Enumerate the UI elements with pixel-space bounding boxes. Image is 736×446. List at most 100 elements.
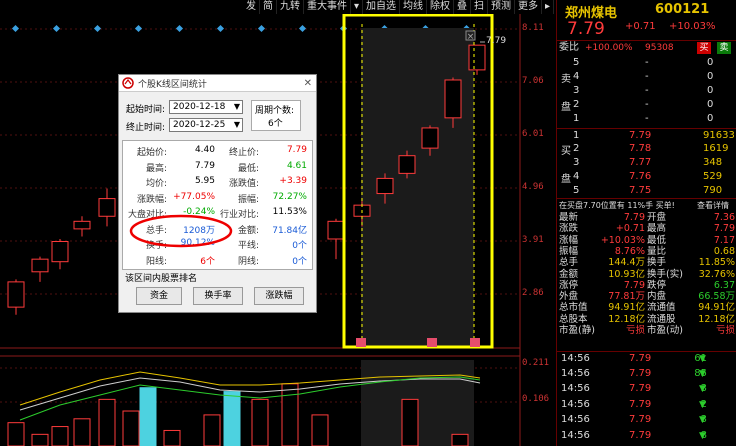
bid-row[interactable]: 4 7.76 529 [557, 170, 736, 184]
event-marker-icon[interactable] [216, 24, 225, 33]
volume-bar[interactable] [98, 398, 116, 446]
toolbar-item-5[interactable]: 加自选 [363, 0, 401, 14]
stat-value: 4.61 [286, 160, 307, 171]
quote-value: 0.68 [713, 245, 735, 257]
toolbar-item-4[interactable]: ▾ [351, 0, 364, 14]
volume-bar[interactable] [163, 429, 181, 446]
stat-value: +77.05% [173, 191, 215, 202]
volume-bar[interactable] [73, 418, 91, 446]
candle-body[interactable] [376, 177, 394, 195]
bid-row[interactable]: 3 7.77 348 [557, 156, 736, 170]
tick-row: 14:56 7.79 3 ▼ [557, 413, 736, 427]
quote-value: 77.81万 [608, 291, 645, 303]
candle-body[interactable] [73, 220, 91, 230]
y-axis-label: 6.01 [522, 129, 544, 139]
event-marker-icon[interactable] [93, 24, 102, 33]
toolbar-item-2[interactable]: 九转 [277, 0, 304, 14]
volume-bar[interactable] [281, 383, 299, 446]
tick-price: 7.79 [629, 429, 652, 441]
volume-bar[interactable] [401, 398, 419, 446]
event-marker-icon[interactable] [134, 24, 143, 33]
toolbar-item-12[interactable]: ▸ [542, 0, 555, 14]
y-axis-label: 2.86 [522, 288, 544, 298]
candle-body[interactable] [468, 44, 486, 71]
candle-body[interactable] [51, 241, 69, 263]
event-marker-icon[interactable] [52, 24, 61, 33]
quote-label: 流通股 [647, 313, 676, 325]
ask-row[interactable]: 3 - 0 [557, 84, 736, 98]
buy-button[interactable]: 买 [697, 42, 711, 54]
notice-link[interactable]: 查看详情 [697, 199, 729, 213]
stat-label: 阳线: [145, 256, 167, 267]
dialog-titlebar[interactable]: 个股K线区间统计 ✕ [119, 75, 316, 92]
ask-volume: 0 [707, 99, 714, 110]
volume-bar[interactable] [7, 422, 25, 446]
stat-value: 5.95 [194, 176, 215, 186]
stat-label: 涨跌值: [228, 179, 259, 189]
candle-body[interactable] [327, 220, 345, 240]
bid-row[interactable]: 5 7.75 790 [557, 184, 736, 198]
bid-row[interactable]: 1 7.79 91633 [557, 128, 736, 143]
quote-value: 144.4万 [608, 257, 645, 269]
kline-chart[interactable]: × 7.79 8.11 7.06 6.01 4.96 3.91 2.86 0.211 0.10… [0, 0, 556, 446]
volume-bar[interactable] [451, 433, 469, 446]
tick-price: 7.79 [629, 398, 652, 410]
bid-row[interactable]: 2 7.78 1619 [557, 142, 736, 156]
ask-row[interactable]: 2 - 0 [557, 98, 736, 112]
toolbar-item-0[interactable]: 发 [243, 0, 260, 14]
volume-bar[interactable] [51, 426, 69, 446]
volume-bar[interactable] [203, 414, 221, 446]
change-ranking-button[interactable]: 涨跌幅 [254, 287, 304, 305]
toolbar-item-7[interactable]: 除权 [427, 0, 455, 14]
stat-value: 72.27% [272, 191, 307, 202]
quote-value: 7.79 [623, 279, 645, 291]
quote-value: 94.91亿 [608, 302, 645, 314]
y-axis-label: 7.06 [522, 76, 544, 86]
sell-button[interactable]: 卖 [717, 42, 731, 54]
interval-stats-dialog[interactable]: 个股K线区间统计 ✕ 起始时间: 2020-12-18 ▼ 终止时间: 2020-… [118, 74, 317, 313]
stat-label: 涨跌幅: [136, 194, 167, 205]
volume-bar[interactable] [139, 387, 157, 446]
quote-value: +10.03% [600, 234, 645, 246]
quote-row: 涨幅 +10.03% 最低 7.17 [557, 235, 736, 246]
candle-body[interactable] [7, 281, 25, 308]
end-date-select[interactable]: 2020-12-25 ▼ [169, 118, 243, 132]
toolbar-item-1[interactable]: 简 [260, 0, 277, 14]
ask-row[interactable]: 4 - 0 [557, 70, 736, 84]
toolbar-item-9[interactable]: 扫 [471, 0, 489, 14]
turnover-ranking-button[interactable]: 换手率 [193, 287, 243, 305]
start-date-select[interactable]: 2020-12-18 ▼ [169, 100, 243, 114]
stat-label: 最高: [145, 163, 167, 174]
ask-price: - [645, 99, 649, 110]
toolbar-item-3[interactable]: 重大事件 [304, 0, 351, 14]
candle-body[interactable] [31, 258, 49, 273]
volume-bar[interactable] [31, 433, 49, 446]
quote-label: 金额 [559, 268, 579, 280]
candle-body[interactable] [444, 79, 462, 119]
volume-bar[interactable] [311, 414, 329, 446]
ask-row[interactable]: 5 - 0 [557, 56, 736, 70]
toolbar-item-10[interactable]: 预测 [488, 0, 516, 14]
volume-bar[interactable] [122, 410, 140, 446]
tick-row: 14:56 7.79 3 ▼ [557, 382, 736, 396]
candle-body[interactable] [398, 155, 416, 174]
ask-level: 2 [573, 99, 580, 110]
toolbar-item-11[interactable]: 更多 [515, 0, 543, 14]
volume-bar[interactable] [223, 391, 241, 446]
event-marker-icon[interactable] [11, 24, 20, 33]
close-icon[interactable]: ✕ [304, 78, 312, 89]
event-marker-icon[interactable] [175, 24, 184, 33]
event-marker-icon[interactable] [257, 24, 266, 33]
quote-label: 总股本 [559, 313, 588, 325]
candle-body[interactable] [98, 198, 116, 217]
volume-bar[interactable] [251, 398, 269, 446]
weibi-value: +100.00% [585, 43, 633, 53]
ask-row[interactable]: 1 - 0 [557, 112, 736, 126]
capital-ranking-button[interactable]: 资金 [136, 287, 182, 305]
toolbar-item-8[interactable]: 叠 [454, 0, 472, 14]
candle-body[interactable] [421, 127, 439, 149]
weicha-value: 95308 [645, 43, 674, 53]
toolbar-item-6[interactable]: 均线 [400, 0, 428, 14]
event-marker-icon[interactable] [298, 24, 307, 33]
stat-label: 终止价: [228, 148, 259, 158]
